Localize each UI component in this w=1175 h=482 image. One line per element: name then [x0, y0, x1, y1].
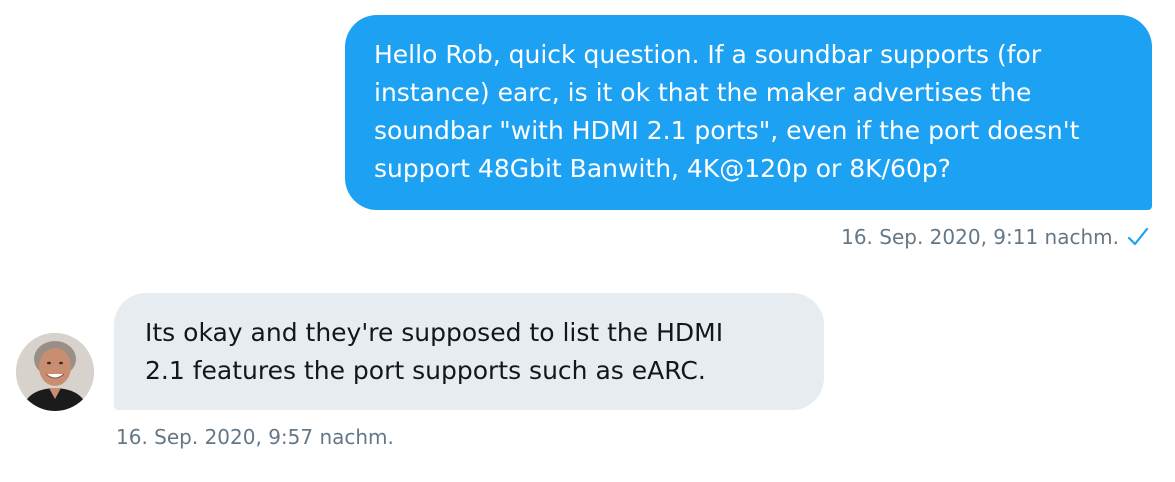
outgoing-message-meta: 16. Sep. 2020, 9:11 nachm.	[841, 224, 1149, 250]
avatar[interactable]	[16, 333, 94, 411]
dm-conversation: Hello Rob, quick question. If a soundbar…	[0, 0, 1175, 482]
outgoing-message-timestamp: 16. Sep. 2020, 9:11 nachm.	[841, 225, 1119, 249]
incoming-message-bubble[interactable]: Its okay and they're supposed to list th…	[114, 293, 824, 410]
incoming-message-timestamp: 16. Sep. 2020, 9:57 nachm.	[116, 425, 394, 449]
check-icon	[1127, 226, 1149, 248]
outgoing-message-bubble[interactable]: Hello Rob, quick question. If a soundbar…	[345, 15, 1152, 210]
